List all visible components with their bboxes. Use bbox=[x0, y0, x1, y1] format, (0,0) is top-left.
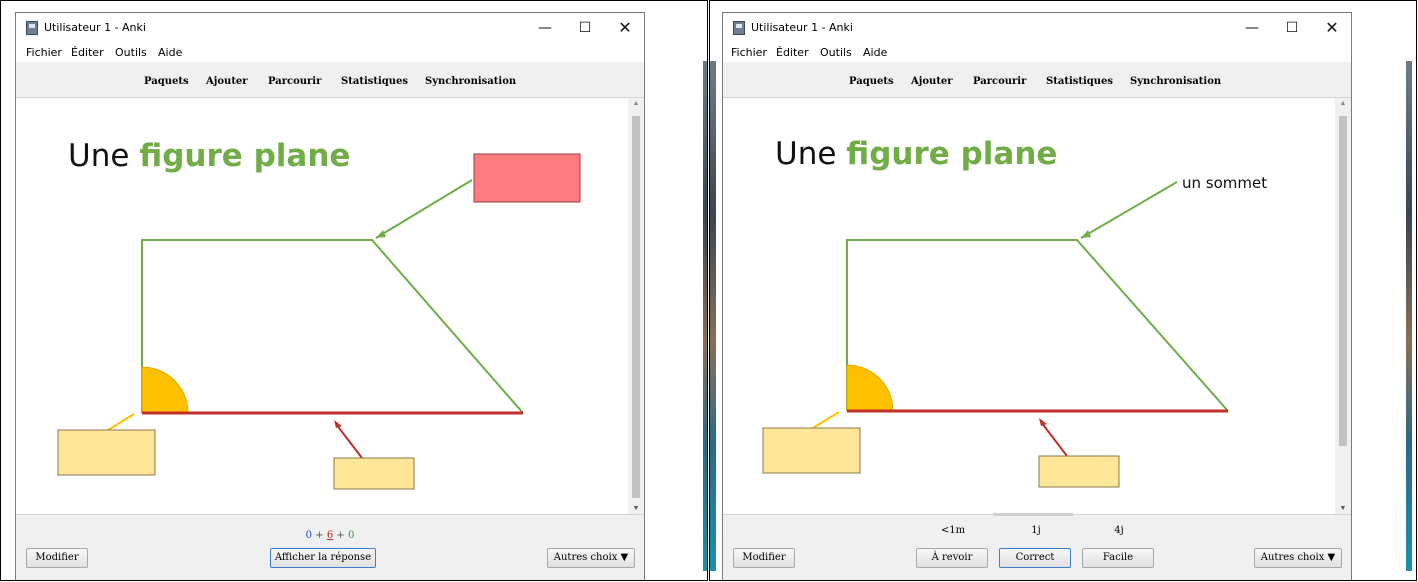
splitter-handle[interactable] bbox=[993, 513, 1073, 516]
angle-arrow bbox=[812, 411, 840, 429]
edit-button[interactable]: Modifier bbox=[26, 548, 88, 568]
menu-aide[interactable]: Aide bbox=[863, 46, 887, 59]
interval-good: 1j bbox=[1031, 525, 1041, 536]
toolbar-synchronisation[interactable]: Synchronisation bbox=[1130, 76, 1221, 87]
side-label-box[interactable] bbox=[333, 457, 415, 490]
scroll-thumb[interactable] bbox=[1339, 116, 1347, 446]
toolbar-statistiques[interactable]: Statistiques bbox=[341, 76, 408, 87]
card-content: Une figure plane un sommet bbox=[723, 98, 1335, 514]
more-options-button[interactable]: Autres choix ▼ bbox=[547, 548, 635, 568]
screenshot-answer-side: Utilisateur 1 - Anki — ☐ ✕ Fichier Édite… bbox=[709, 0, 1417, 581]
anki-window: Utilisateur 1 - Anki — ☐ ✕ Fichier Édite… bbox=[722, 12, 1352, 580]
vertical-scrollbar[interactable]: ▲ ▼ bbox=[628, 98, 644, 514]
menu-editer[interactable]: Éditer bbox=[71, 46, 104, 59]
toolbar-statistiques[interactable]: Statistiques bbox=[1046, 76, 1113, 87]
card-content: Une figure plane bbox=[16, 98, 628, 514]
desktop-edge bbox=[710, 61, 716, 571]
angle-label-box[interactable] bbox=[57, 429, 156, 476]
anki-app-icon bbox=[733, 21, 745, 35]
vertex-arrow bbox=[1080, 181, 1178, 239]
card-figure: Une figure plane bbox=[57, 138, 581, 490]
interval-easy: 4j bbox=[1114, 525, 1124, 536]
more-options-button[interactable]: Autres choix ▼ bbox=[1254, 548, 1342, 568]
scroll-down-icon[interactable]: ▼ bbox=[628, 505, 644, 512]
review-bottom-bar: <1m 1j 4j Modifier À revoir Correct Faci… bbox=[723, 513, 1351, 580]
due-counts: 0 + 6 + 0 bbox=[305, 530, 355, 541]
side-label-box[interactable] bbox=[1038, 455, 1120, 488]
menu-bar: Fichier Éditer Outils Aide bbox=[723, 43, 1351, 62]
side-arrow-head bbox=[334, 420, 342, 428]
menu-bar: Fichier Éditer Outils Aide bbox=[16, 43, 644, 62]
easy-button[interactable]: Facile bbox=[1082, 548, 1154, 568]
vertex-arrow bbox=[375, 179, 473, 239]
menu-fichier[interactable]: Fichier bbox=[26, 46, 62, 59]
angle-arrow bbox=[107, 413, 135, 431]
toolbar-ajouter[interactable]: Ajouter bbox=[911, 76, 953, 87]
shape-outline bbox=[141, 239, 524, 414]
side-arrow-head bbox=[1039, 418, 1047, 426]
close-button[interactable]: ✕ bbox=[610, 18, 640, 38]
maximize-button[interactable]: ☐ bbox=[1277, 18, 1307, 38]
window-title: Utilisateur 1 - Anki bbox=[44, 21, 146, 34]
side-arrow bbox=[1040, 421, 1068, 457]
angle-marker bbox=[141, 366, 189, 414]
count-learning: 6 bbox=[326, 530, 334, 541]
title-bar: Utilisateur 1 - Anki — ☐ ✕ bbox=[723, 13, 1351, 43]
desktop-edge bbox=[1406, 61, 1412, 571]
toolbar-synchronisation[interactable]: Synchronisation bbox=[425, 76, 516, 87]
menu-aide[interactable]: Aide bbox=[158, 46, 182, 59]
interval-again: <1m bbox=[940, 525, 966, 536]
card-figure: Une figure plane un sommet bbox=[762, 136, 1267, 488]
minimize-button[interactable]: — bbox=[530, 18, 560, 38]
angle-label-box[interactable] bbox=[762, 427, 861, 474]
hidden-label-box[interactable] bbox=[473, 153, 581, 203]
close-button[interactable]: ✕ bbox=[1317, 18, 1347, 38]
show-answer-button[interactable]: Afficher la réponse bbox=[270, 548, 376, 568]
title-bar: Utilisateur 1 - Anki — ☐ ✕ bbox=[16, 13, 644, 43]
card-heading: Une figure plane bbox=[68, 138, 350, 174]
anki-window: Utilisateur 1 - Anki — ☐ ✕ Fichier Édite… bbox=[15, 12, 645, 580]
toolbar-paquets[interactable]: Paquets bbox=[849, 76, 894, 87]
toolbar-ajouter[interactable]: Ajouter bbox=[206, 76, 248, 87]
shape-outline bbox=[846, 239, 1229, 412]
menu-fichier[interactable]: Fichier bbox=[731, 46, 767, 59]
toolbar-paquets[interactable]: Paquets bbox=[144, 76, 189, 87]
revealed-label: un sommet bbox=[1182, 174, 1267, 192]
main-toolbar: Paquets Ajouter Parcourir Statistiques S… bbox=[723, 62, 1351, 98]
scroll-down-icon[interactable]: ▼ bbox=[1335, 505, 1351, 512]
card-heading: Une figure plane bbox=[775, 136, 1057, 172]
maximize-button[interactable]: ☐ bbox=[570, 18, 600, 38]
anki-app-icon bbox=[26, 21, 38, 35]
toolbar-parcourir[interactable]: Parcourir bbox=[268, 76, 321, 87]
again-button[interactable]: À revoir bbox=[916, 548, 988, 568]
side-arrow bbox=[335, 423, 363, 459]
menu-editer[interactable]: Éditer bbox=[776, 46, 809, 59]
review-bottom-bar: 0 + 6 + 0 Modifier Afficher la réponse A… bbox=[16, 514, 644, 580]
scroll-up-icon[interactable]: ▲ bbox=[628, 100, 644, 107]
edit-button[interactable]: Modifier bbox=[733, 548, 795, 568]
scroll-up-icon[interactable]: ▲ bbox=[1335, 100, 1351, 107]
scroll-thumb[interactable] bbox=[632, 116, 640, 498]
main-toolbar: Paquets Ajouter Parcourir Statistiques S… bbox=[16, 62, 644, 98]
menu-outils[interactable]: Outils bbox=[115, 46, 147, 59]
good-button[interactable]: Correct bbox=[999, 548, 1071, 568]
minimize-button[interactable]: — bbox=[1237, 18, 1267, 38]
vertex-arrow-head bbox=[376, 230, 386, 238]
vertical-scrollbar[interactable]: ▲ ▼ bbox=[1335, 98, 1351, 514]
window-title: Utilisateur 1 - Anki bbox=[751, 21, 853, 34]
menu-outils[interactable]: Outils bbox=[820, 46, 852, 59]
angle-marker bbox=[846, 364, 894, 412]
vertex-arrow-head bbox=[1081, 230, 1091, 238]
count-review: 0 bbox=[347, 530, 355, 541]
toolbar-parcourir[interactable]: Parcourir bbox=[973, 76, 1026, 87]
desktop-edge bbox=[703, 61, 707, 571]
screenshot-question-side: Utilisateur 1 - Anki — ☐ ✕ Fichier Édite… bbox=[0, 0, 708, 581]
count-new: 0 bbox=[305, 530, 313, 541]
